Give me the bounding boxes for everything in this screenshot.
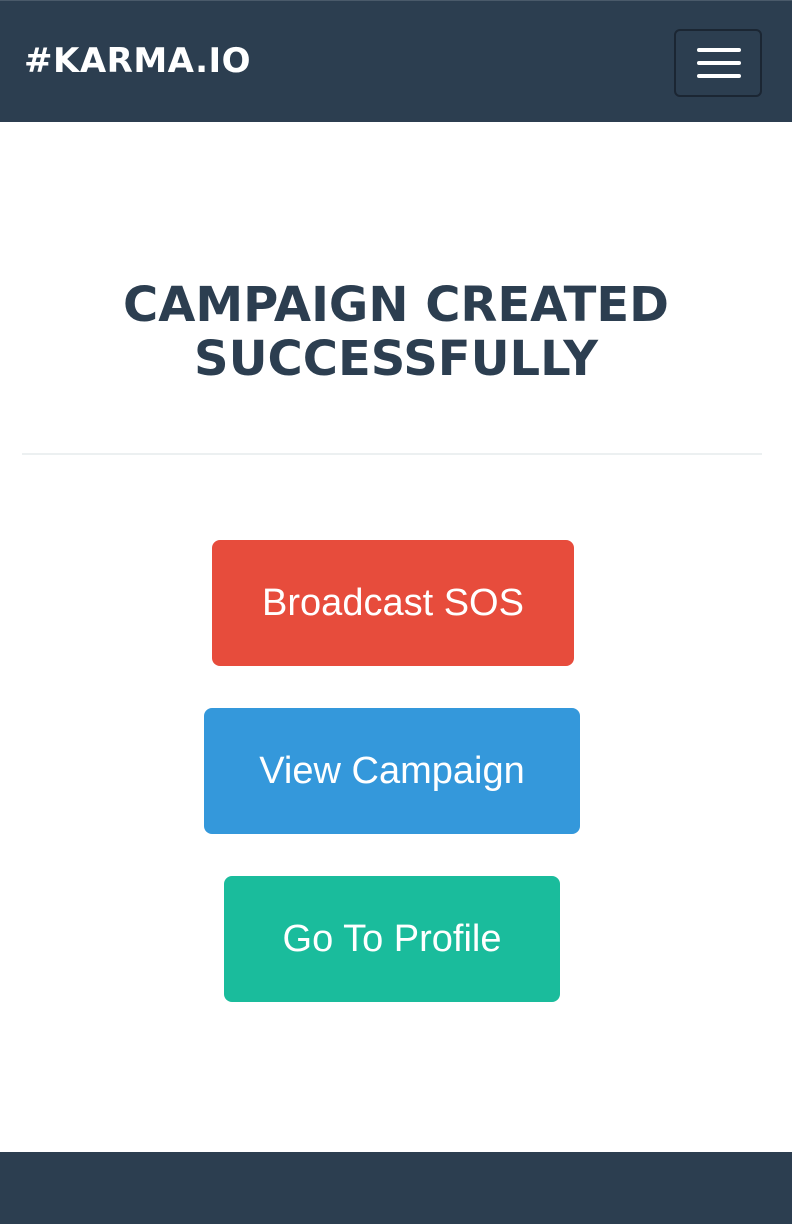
brand-logo[interactable]: #KARMA.IO: [24, 39, 251, 83]
footer: [0, 1152, 792, 1224]
broadcast-sos-button[interactable]: Broadcast SOS: [212, 540, 574, 666]
divider: [22, 453, 762, 455]
page-title-line1: CAMPAIGN CREATED: [123, 277, 669, 333]
menu-bar: [697, 74, 741, 78]
navbar: #KARMA.IO: [0, 0, 792, 122]
menu-bar: [697, 48, 741, 52]
menu-bar: [697, 61, 741, 65]
view-campaign-button[interactable]: View Campaign: [204, 708, 580, 834]
page-title-line2: SUCCESSFULLY: [194, 331, 598, 387]
page-title: CAMPAIGN CREATED SUCCESSFULLY: [40, 278, 752, 386]
hamburger-menu-icon[interactable]: [674, 29, 762, 97]
go-to-profile-button[interactable]: Go To Profile: [224, 876, 560, 1002]
